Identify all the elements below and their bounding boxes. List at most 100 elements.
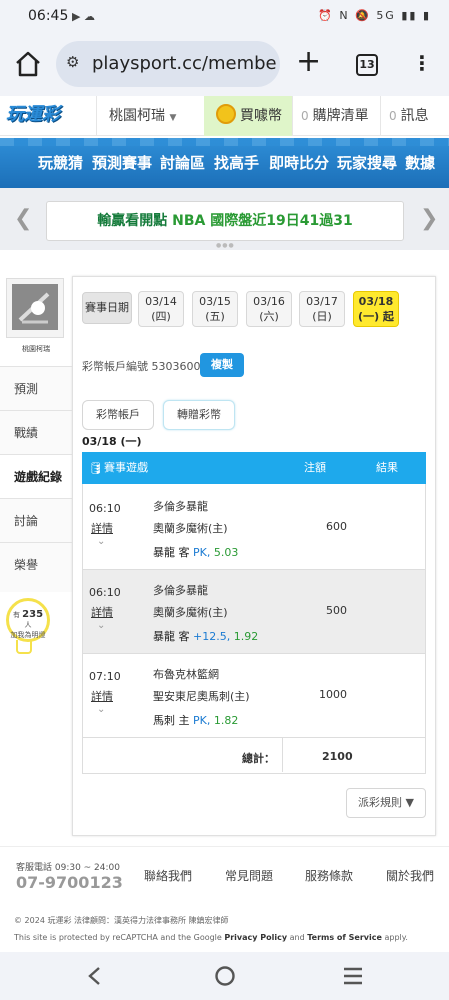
- address-bar[interactable]: ⚙ playsport.cc/member/: [56, 41, 280, 87]
- pick-odds: 5.03: [213, 546, 239, 559]
- sidebar-item-record[interactable]: 戰績: [0, 410, 72, 454]
- nav-item-player-search[interactable]: 玩家搜尋: [337, 152, 397, 173]
- day-text: (六): [259, 310, 279, 323]
- game-time: 07:10: [89, 670, 121, 683]
- nav-item-guess[interactable]: 玩競猜: [38, 152, 83, 173]
- team-home: 聖安東尼奧馬刺(主): [153, 690, 250, 703]
- date-text: 03/14: [145, 295, 177, 308]
- tab-coin-account[interactable]: 彩幣帳戶: [82, 400, 154, 430]
- sidebar-item-honor[interactable]: 榮譽: [0, 542, 72, 586]
- home-icon[interactable]: [12, 48, 44, 80]
- pick-side: 客: [178, 546, 190, 559]
- recaptcha-prefix: This site is protected by reCAPTCHA and …: [14, 933, 222, 942]
- chevron-down-icon[interactable]: ⌄: [97, 536, 105, 547]
- tab-transfer-coins[interactable]: 轉贈彩幣: [163, 400, 235, 430]
- lightbulb-icon: [16, 640, 32, 654]
- recents-icon[interactable]: [342, 966, 364, 986]
- footer-link-contact[interactable]: 聯絡我們: [144, 867, 192, 884]
- date-text: 03/15: [199, 295, 231, 308]
- messages-button[interactable]: 0 訊息: [380, 96, 449, 136]
- footer-link-about[interactable]: 關於我們: [386, 867, 434, 884]
- team-home: 奧蘭多魔術(主): [153, 606, 228, 619]
- game-time: 06:10: [89, 586, 121, 599]
- tab-switcher-button[interactable]: 13: [356, 54, 378, 76]
- system-nav-bar: [0, 952, 449, 1000]
- nav-item-stats[interactable]: 數據: [405, 152, 435, 173]
- user-menu[interactable]: 桃園柯瑞 ▼: [96, 96, 204, 136]
- chevron-left-icon[interactable]: ❮: [14, 206, 32, 231]
- user-name: 桃園柯瑞: [109, 108, 165, 124]
- privacy-link[interactable]: Privacy Policy: [224, 933, 287, 942]
- bulb-prefix: 有: [12, 611, 20, 619]
- avatar-name: 桃園柯瑞: [22, 345, 50, 353]
- table-header: 🛢 賽事遊戲 注額 結果: [82, 452, 426, 484]
- day-text: (一) 起: [358, 310, 394, 323]
- caret-down-icon: ▼: [169, 113, 177, 123]
- nav-item-live-score[interactable]: 即時比分: [269, 152, 329, 173]
- total-value: 2100: [322, 750, 353, 763]
- date-text: 03/18: [358, 295, 394, 308]
- ticker-prefix: 輸贏看開點: [97, 213, 168, 229]
- messages-label: 訊息: [400, 108, 429, 124]
- pick-team: 暴龍: [153, 630, 175, 643]
- date-button-0318[interactable]: 03/18 (一) 起: [353, 291, 399, 327]
- coin-icon: [216, 104, 236, 124]
- chevron-down-icon[interactable]: ⌄: [97, 620, 105, 631]
- column-header-stake: 注額: [304, 461, 326, 474]
- chevron-right-icon[interactable]: ❯: [420, 206, 438, 231]
- terms-link[interactable]: Terms of Service: [307, 933, 382, 942]
- details-link[interactable]: 詳情: [91, 688, 113, 704]
- recaptcha-notice: This site is protected by reCAPTCHA and …: [14, 933, 408, 942]
- day-text: (日): [312, 310, 332, 323]
- more-menu-icon[interactable]: ⋮: [412, 50, 432, 76]
- back-icon[interactable]: [86, 966, 104, 986]
- chevron-down-icon[interactable]: ⌄: [97, 704, 105, 715]
- copy-button[interactable]: 複製: [200, 353, 244, 377]
- date-button-0315[interactable]: 03/15 (五): [192, 291, 238, 327]
- details-link[interactable]: 詳情: [91, 604, 113, 620]
- buy-coin-button[interactable]: 買噱幣: [204, 96, 292, 136]
- nav-item-predict[interactable]: 預測賽事: [92, 152, 152, 173]
- new-tab-icon[interactable]: +: [296, 46, 321, 78]
- nav-item-experts[interactable]: 找高手: [214, 152, 259, 173]
- cart-button[interactable]: 0 購牌清單: [292, 96, 380, 136]
- ticker-banner[interactable]: 輸贏看開點 NBA 國際盤近19日41過31: [46, 201, 404, 241]
- nav-decoration: [0, 138, 449, 146]
- url-text: playsport.cc/member/: [92, 53, 276, 74]
- footer-link-terms[interactable]: 服務條款: [305, 867, 353, 884]
- lightbulb-badge[interactable]: 有 235 人 加我為明燈: [6, 598, 50, 642]
- home-circle-icon[interactable]: [214, 965, 236, 987]
- pick-team: 馬刺: [153, 714, 175, 727]
- stake-amount: 600: [326, 520, 347, 533]
- bet-pick: 馬刺 主 PK, 1.82: [153, 712, 238, 728]
- sidebar-item-game-log[interactable]: 遊戲紀錄: [0, 454, 78, 498]
- column-header-game: 賽事遊戲: [104, 461, 148, 474]
- bet-pick: 暴龍 客 +12.5, 1.92: [153, 628, 258, 644]
- footer-link-faq[interactable]: 常見問題: [225, 867, 273, 884]
- sidebar-item-discuss[interactable]: 討論: [0, 498, 72, 542]
- site-logo[interactable]: 玩運彩: [6, 101, 72, 129]
- payout-rules-button[interactable]: 派彩規則 ▼: [346, 788, 426, 818]
- avatar[interactable]: [12, 284, 58, 330]
- main-nav: 玩競猜 預測賽事 討論區 找高手 即時比分 玩家搜尋 數據: [0, 138, 449, 188]
- date-button-0314[interactable]: 03/14 (四): [138, 291, 184, 327]
- date-button-0316[interactable]: 03/16 (六): [246, 291, 292, 327]
- database-icon: 🛢: [88, 461, 104, 475]
- pick-type: PK,: [193, 546, 211, 559]
- date-filter-label: 賽事日期: [82, 292, 132, 324]
- team-home: 奧蘭多魔術(主): [153, 522, 228, 535]
- day-text: (四): [151, 310, 171, 323]
- bulb-unit: 人: [24, 621, 32, 629]
- total-label: 總計：: [242, 752, 275, 765]
- service-phone[interactable]: 07-9700123: [16, 873, 123, 892]
- sidebar-item-predict[interactable]: 預測: [0, 366, 72, 410]
- details-link[interactable]: 詳情: [91, 520, 113, 536]
- date-text: 03/17: [306, 295, 338, 308]
- bet-pick: 暴龍 客 PK, 5.03: [153, 544, 238, 560]
- date-button-0317[interactable]: 03/17 (日): [299, 291, 345, 327]
- nav-item-forum[interactable]: 討論區: [160, 152, 205, 173]
- site-settings-icon[interactable]: ⚙: [66, 53, 79, 71]
- notification-icons: ▶ ☁: [72, 10, 95, 23]
- pick-odds: 1.82: [213, 714, 239, 727]
- pick-team: 暴龍: [153, 546, 175, 559]
